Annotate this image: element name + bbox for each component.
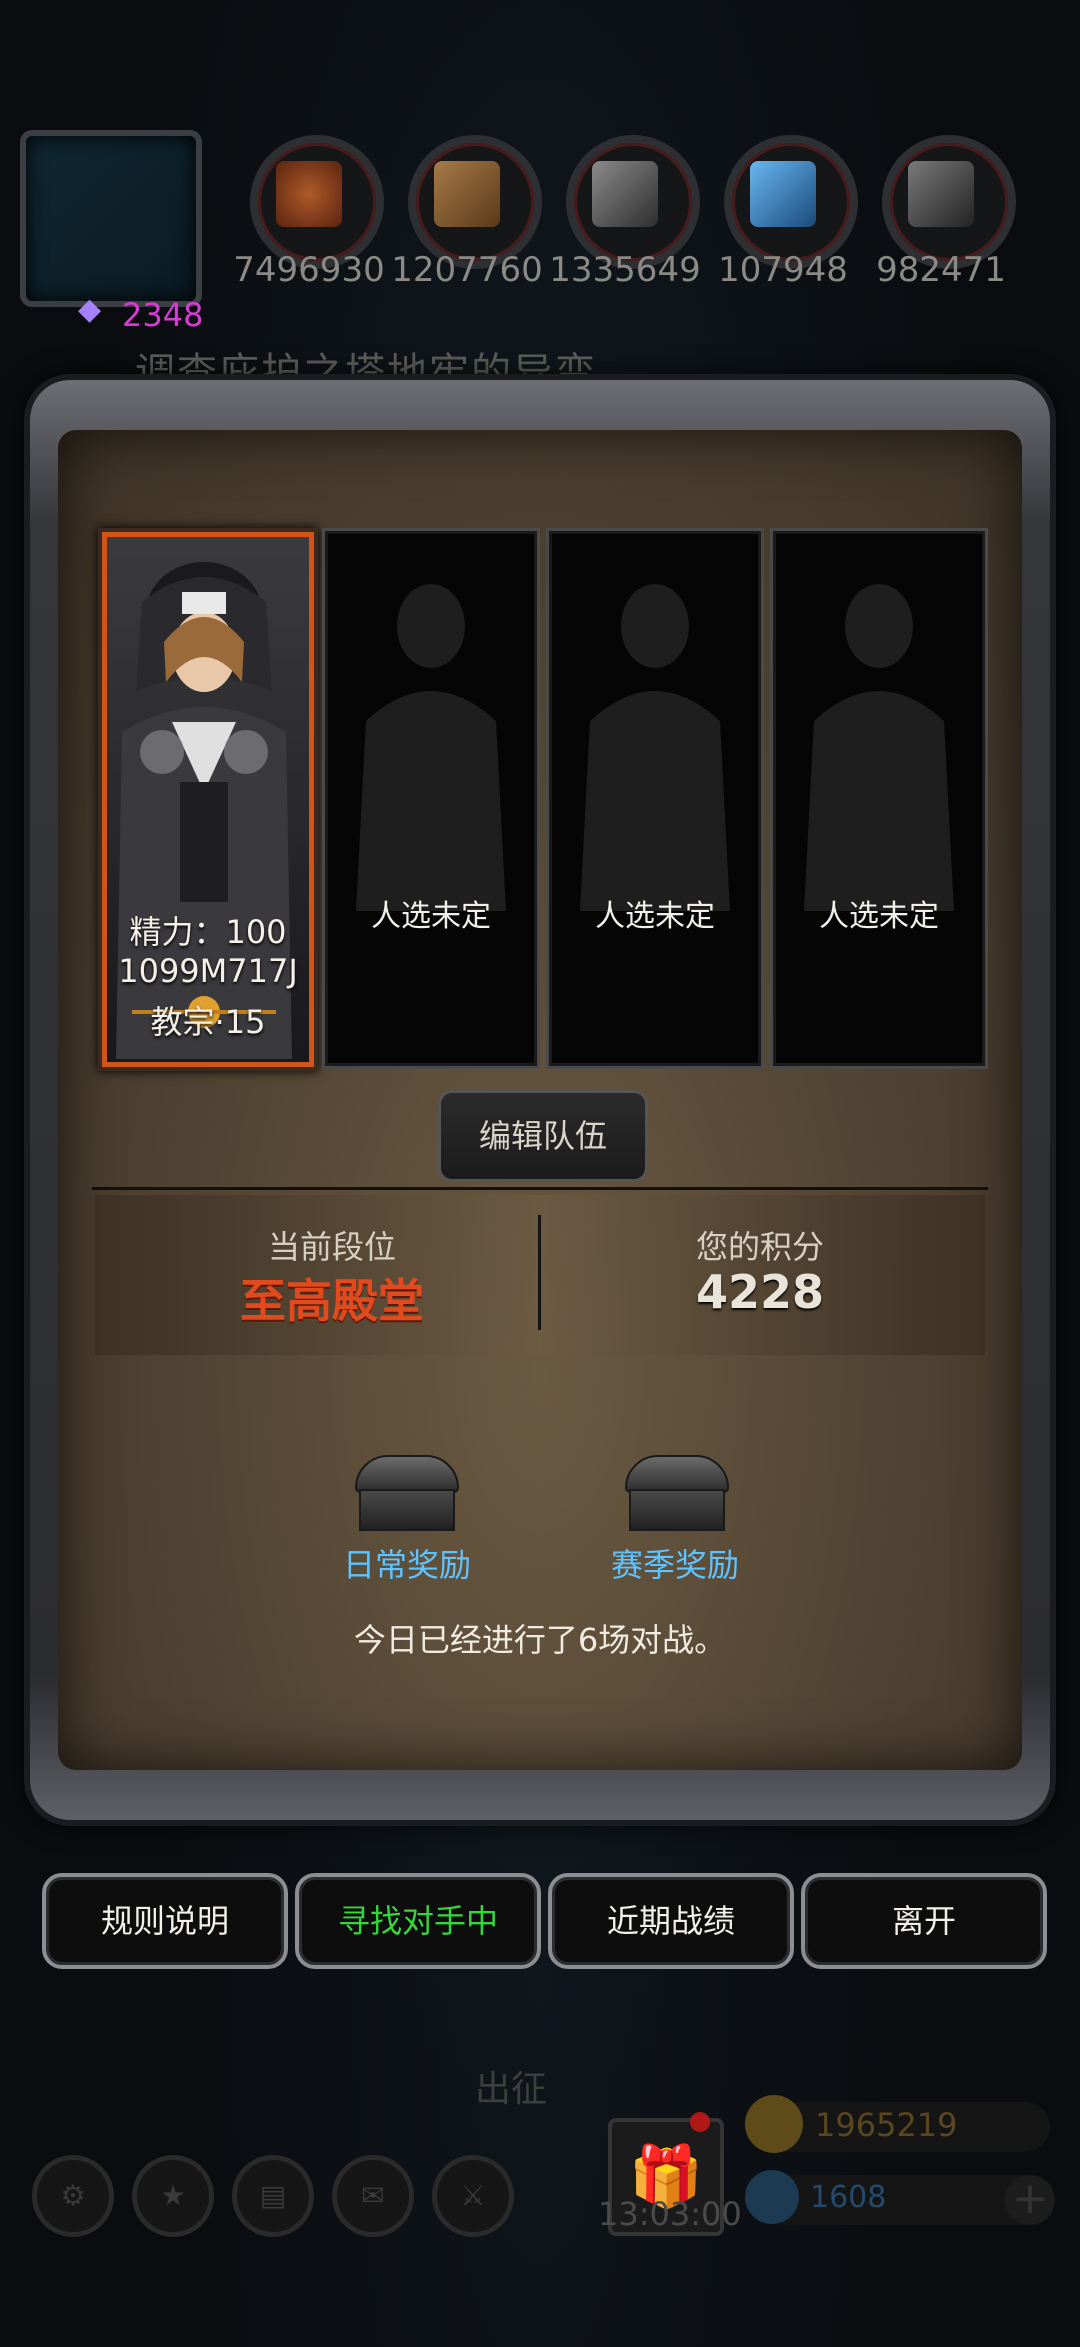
mail-icon[interactable]: ✉ [332, 2155, 414, 2237]
gold-amount: 1965219 [815, 2106, 958, 2144]
find-opponent-button[interactable]: 寻找对手中 [295, 1873, 541, 1969]
party-slot-1[interactable]: 精力：100 1099M717J 教宗·15 [98, 528, 318, 1071]
empty-silhouette-icon [356, 584, 506, 911]
season-chest-icon[interactable] [625, 1455, 729, 1531]
current-rank-value: 至高殿堂 [240, 1274, 424, 1328]
empty-silhouette-icon [580, 584, 730, 911]
edit-team-button[interactable]: 编辑队伍 [438, 1090, 648, 1182]
wood-count: 1207760 [391, 250, 543, 290]
iron-count: 1335649 [549, 250, 701, 290]
party-slot-3[interactable]: 人选未定 [546, 528, 764, 1069]
settings-icon[interactable]: ⚙ [32, 2155, 114, 2237]
empty-silhouette-icon [804, 584, 954, 911]
gem-amount: 1608 [810, 2180, 887, 2215]
wood-icon [408, 135, 542, 269]
purple-crystal-count: 2348 [122, 296, 204, 334]
purple-crystal-icon: ◆ [78, 292, 102, 327]
gem-icon [745, 2170, 799, 2224]
ore-count: 7496930 [233, 250, 385, 290]
achievement-icon[interactable]: ★ [132, 2155, 214, 2237]
sortie-label: 出征 [475, 2069, 548, 2110]
score-label: 您的积分 [695, 1228, 824, 1266]
crystal-icon [724, 135, 858, 269]
notification-dot [690, 2112, 710, 2132]
ore-icon [250, 135, 384, 269]
rules-button[interactable]: 规则说明 [42, 1873, 288, 1969]
rank-divider [538, 1215, 541, 1330]
recent-record-button[interactable]: 近期战绩 [548, 1873, 794, 1969]
steel-icon [882, 135, 1016, 269]
leave-button[interactable]: 离开 [801, 1873, 1047, 1969]
player-avatar[interactable] [20, 130, 202, 307]
empty-slot-label: 人选未定 [371, 899, 491, 934]
party-slot-2[interactable]: 人选未定 [322, 528, 540, 1069]
empty-slot-label: 人选未定 [819, 899, 939, 934]
empty-slot-label: 人选未定 [595, 899, 715, 934]
hero-energy: 精力：100 [129, 913, 287, 951]
gift-timer: 13:03:00 [598, 2195, 742, 2233]
steel-count: 982471 [876, 250, 1006, 290]
castle-icon[interactable]: ▤ [232, 2155, 314, 2237]
battle-count-text: 今日已经进行了6场对战。 [353, 1621, 727, 1659]
hero-code: 1099M717J [118, 952, 298, 990]
daily-chest-icon[interactable] [355, 1455, 459, 1531]
add-currency-icon[interactable]: + [1005, 2175, 1055, 2225]
hero-class-level: 教宗·15 [150, 1003, 266, 1041]
party-slot-4[interactable]: 人选未定 [770, 528, 988, 1069]
iron-icon [566, 135, 700, 269]
divider [92, 1187, 988, 1190]
handshake-icon[interactable]: ⚔ [432, 2155, 514, 2237]
score-value: 4228 [695, 1265, 825, 1319]
gold-coin-icon [745, 2095, 803, 2153]
current-rank-label: 当前段位 [267, 1228, 396, 1266]
crystal-count: 107948 [718, 250, 848, 290]
season-reward-label[interactable]: 赛季奖励 [565, 1540, 785, 1586]
daily-reward-label[interactable]: 日常奖励 [297, 1540, 517, 1586]
